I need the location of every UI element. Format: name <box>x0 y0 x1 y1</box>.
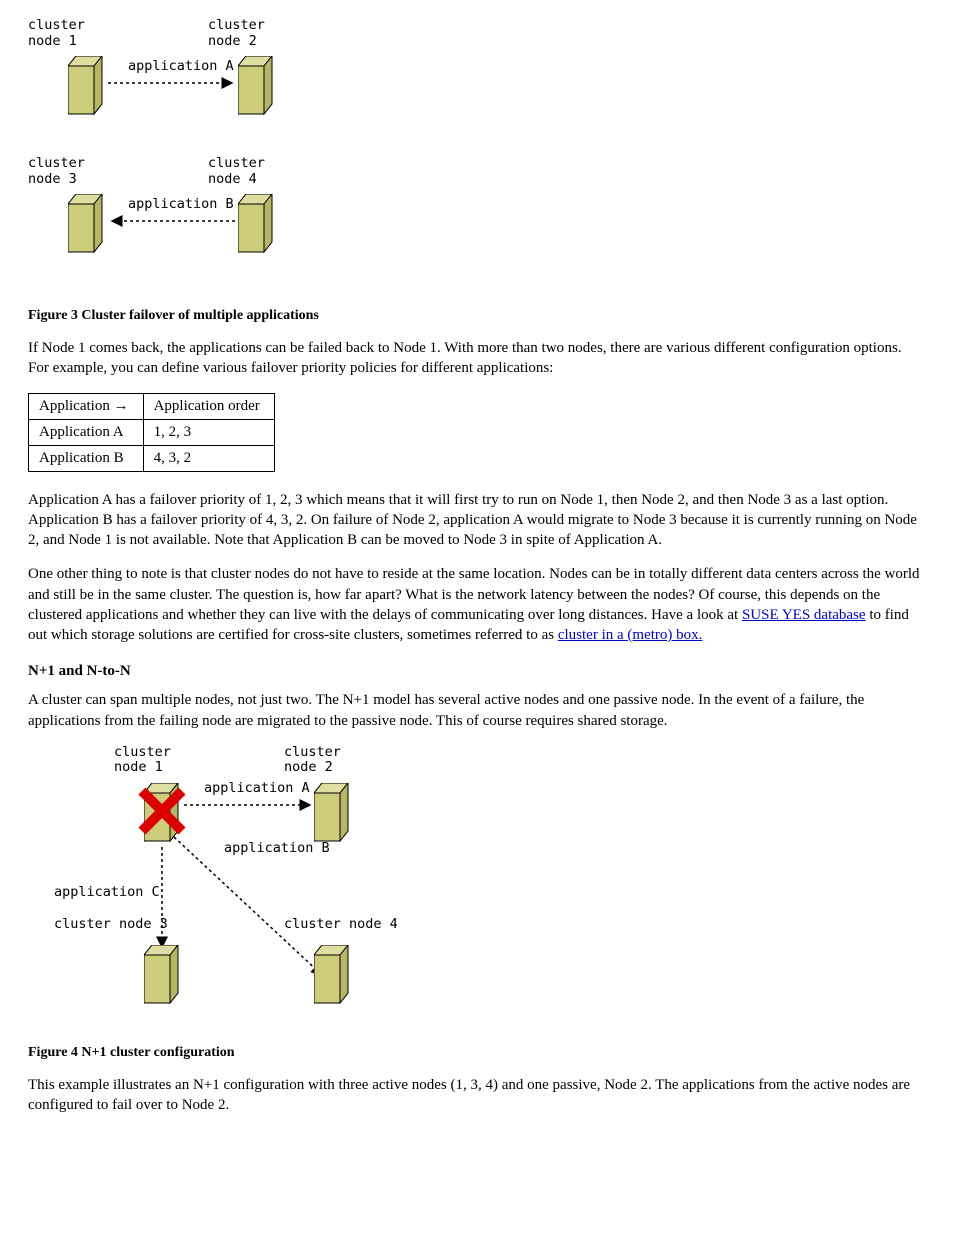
node-label: cluster node 3 <box>54 917 168 933</box>
node-label: cluster node 2 <box>208 18 265 49</box>
node-label: cluster node 3 <box>28 156 85 187</box>
paragraph: This example illustrates an N+1 configur… <box>28 1075 926 1116</box>
priority-table: Application → Application order Applicat… <box>28 393 275 472</box>
app-label: application A <box>128 59 234 75</box>
cluster-node-box <box>68 56 108 118</box>
node-label: cluster node 2 <box>284 745 341 776</box>
table-cell: Application B <box>29 445 144 471</box>
cluster-node-box <box>68 194 108 256</box>
figure-4-diagram: cluster node 1 cluster node 2 applicatio… <box>54 745 434 1035</box>
figure-3-diagram: cluster node 1 cluster node 2 applicatio… <box>28 18 368 298</box>
table-cell: 1, 2, 3 <box>143 419 274 445</box>
node-label: cluster node 1 <box>28 18 85 49</box>
node-label: cluster node 1 <box>114 745 171 776</box>
paragraph: A cluster can span multiple nodes, not j… <box>28 690 926 731</box>
arrow-app-a <box>182 795 316 815</box>
table-cell: Application A <box>29 419 144 445</box>
app-label: application C <box>54 885 160 901</box>
arrow-app-a <box>106 74 238 92</box>
table-header: Application → <box>29 393 144 419</box>
app-label: application B <box>224 841 330 857</box>
node-label: cluster node 4 <box>208 156 265 187</box>
paragraph: If Node 1 comes back, the applications c… <box>28 338 926 379</box>
suse-yes-link[interactable]: SUSE YES database <box>742 607 866 623</box>
table-row: Application A 1, 2, 3 <box>29 419 275 445</box>
figure-3-caption: Figure 3 Cluster failover of multiple ap… <box>28 308 926 324</box>
failure-x-icon <box>136 785 188 837</box>
cluster-node-box <box>144 945 184 1007</box>
node-label: cluster node 4 <box>284 917 398 933</box>
figure-4-caption: Figure 4 N+1 cluster configuration <box>28 1045 926 1061</box>
app-label: application A <box>204 781 310 797</box>
cluster-node-box <box>314 945 354 1007</box>
cluster-node-box <box>238 56 278 118</box>
app-label: application B <box>128 197 234 213</box>
table-cell: 4, 3, 2 <box>143 445 274 471</box>
section-heading: N+1 and N-to-N <box>28 663 926 680</box>
arrow-app-b <box>172 835 332 985</box>
cluster-box-link[interactable]: cluster in a (metro) box. <box>558 627 703 643</box>
table-row: Application → Application order <box>29 393 275 419</box>
table-row: Application B 4, 3, 2 <box>29 445 275 471</box>
cluster-node-box <box>238 194 278 256</box>
arrow-app-b <box>106 212 238 230</box>
paragraph-with-links: One other thing to note is that cluster … <box>28 564 926 645</box>
table-header: Application order <box>143 393 274 419</box>
paragraph: Application A has a failover priority of… <box>28 490 926 551</box>
